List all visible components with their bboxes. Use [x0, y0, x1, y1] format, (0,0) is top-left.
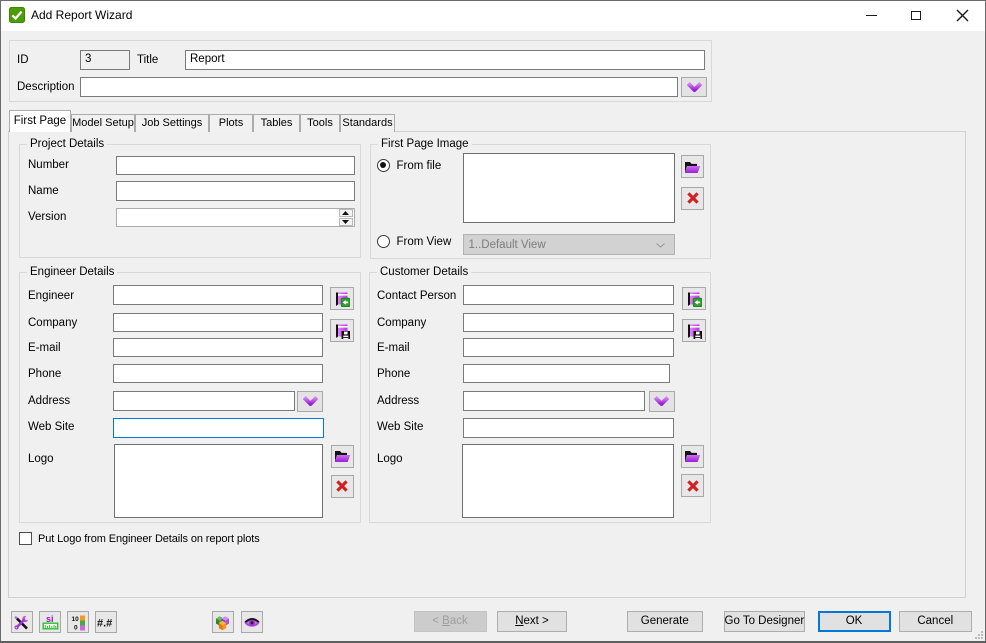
- svg-text:0: 0: [74, 625, 78, 632]
- svg-text:10: 10: [72, 616, 80, 623]
- svg-text:#.#: #.#: [97, 618, 112, 630]
